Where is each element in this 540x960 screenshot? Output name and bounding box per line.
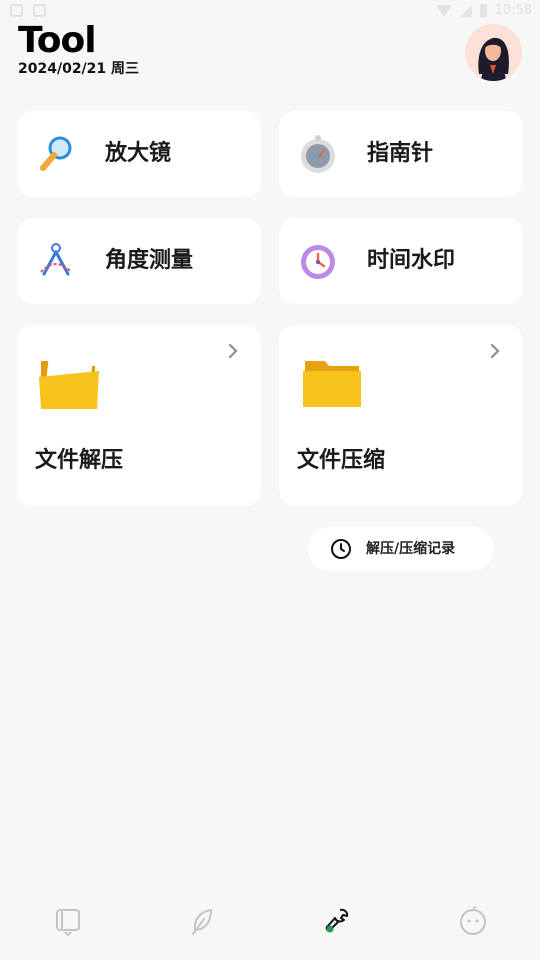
angle-measure-card[interactable]: 角度测量 — [17, 218, 261, 304]
app-notification-icon — [10, 4, 23, 17]
notification-icons — [10, 4, 46, 17]
magnifier-label: 放大镜 — [105, 141, 172, 166]
avatar[interactable] — [465, 24, 522, 81]
zip-history-label: 解压/压缩记录 — [366, 541, 456, 557]
time-watermark-label: 时间水印 — [367, 248, 456, 273]
zip-history-button[interactable]: 解压/压缩记录 — [308, 527, 494, 571]
file-unzip-card[interactable]: 文件解压 — [17, 325, 261, 506]
magnifier-card[interactable]: 放大镜 — [17, 111, 261, 197]
angle-measure-label: 角度测量 — [105, 248, 194, 273]
wrench-icon — [325, 908, 349, 933]
profile-tab[interactable] — [443, 891, 503, 951]
compass-icon — [297, 133, 339, 175]
signal-icon — [459, 4, 472, 17]
clock-icon — [330, 538, 352, 560]
compass-label: 指南针 — [367, 141, 434, 166]
file-zip-card[interactable]: 文件压缩 — [279, 325, 523, 506]
battery-icon — [479, 4, 487, 17]
clock-icon — [297, 240, 339, 282]
file-zip-label: 文件压缩 — [297, 448, 386, 473]
status-right: 10:58 — [435, 3, 532, 18]
avatar-illustration-icon — [465, 24, 522, 81]
tablet-icon — [56, 909, 80, 936]
open-folder-icon — [37, 351, 101, 415]
chevron-right-icon — [227, 343, 239, 359]
feather-tab[interactable] — [172, 891, 232, 951]
chevron-right-icon — [489, 343, 501, 359]
page-date: 2024/02/21 周三 — [18, 61, 140, 77]
file-unzip-label: 文件解压 — [35, 448, 124, 473]
tools-tab[interactable] — [307, 891, 367, 951]
page-title: Tool — [18, 20, 97, 61]
app-notification-icon — [33, 4, 46, 17]
feather-icon — [192, 909, 212, 935]
face-icon — [460, 906, 486, 935]
bottom-tab-bar — [0, 885, 540, 960]
status-time: 10:58 — [494, 3, 532, 18]
folder-icon — [299, 351, 363, 415]
notes-tab[interactable] — [38, 891, 98, 951]
wifi-icon — [435, 4, 452, 17]
protractor-icon — [35, 240, 77, 282]
time-watermark-card[interactable]: 时间水印 — [279, 218, 523, 304]
compass-card[interactable]: 指南针 — [279, 111, 523, 197]
magnifier-icon — [35, 133, 77, 175]
